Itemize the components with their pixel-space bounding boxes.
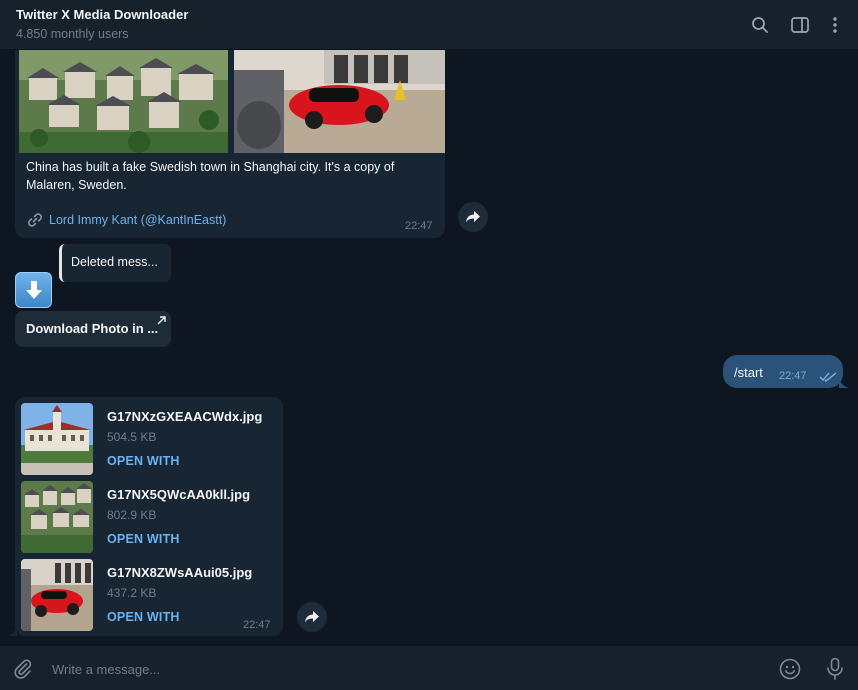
link-icon <box>26 211 44 229</box>
bubble-tail-in <box>7 625 17 636</box>
down-arrow-icon <box>25 281 42 299</box>
outgoing-text: /start <box>734 365 763 380</box>
file-size: 504.5 KB <box>107 430 157 444</box>
deleted-message-reply[interactable]: Deleted mess... <box>59 244 171 282</box>
file-size: 802.9 KB <box>107 508 157 522</box>
file-name: G17NXzGXEAACWdx.jpg <box>107 409 263 424</box>
open-with-button[interactable]: OPEN WITH <box>107 532 180 546</box>
open-with-button[interactable]: OPEN WITH <box>107 610 180 624</box>
chat-title[interactable]: Twitter X Media Downloader <box>16 7 188 22</box>
message-composer <box>0 646 858 690</box>
file-name: G17NX8ZWsAAui05.jpg <box>107 565 253 580</box>
microphone-icon[interactable] <box>824 657 846 681</box>
download-photo-label: Download Photo in ... <box>26 321 159 336</box>
search-icon[interactable] <box>749 14 771 36</box>
file-thumbnail[interactable] <box>21 481 93 553</box>
album-photo-car[interactable] <box>234 50 445 153</box>
album-photo-town[interactable] <box>19 50 228 153</box>
deleted-message-text: Deleted mess... <box>71 255 158 269</box>
outgoing-message: /start 22:47 <box>723 355 843 388</box>
file-item[interactable]: G17NX8ZWsAAui05.jpg 437.2 KB OPEN WITH <box>21 559 271 631</box>
album-time: 22:47 <box>405 220 433 232</box>
file-size: 437.2 KB <box>107 586 157 600</box>
down-arrow-emoji <box>15 272 52 308</box>
file-item[interactable]: G17NXzGXEAACWdx.jpg 504.5 KB OPEN WITH <box>21 403 271 475</box>
album-photos <box>15 50 445 153</box>
file-name: G17NX5QWcAA0kll.jpg <box>107 487 251 502</box>
source-link[interactable]: Lord Immy Kant (@KantInEastt) <box>49 213 226 227</box>
emoji-icon[interactable] <box>779 658 801 680</box>
album-caption: China has built a fake Swedish town in S… <box>26 160 395 192</box>
bubble-tail-out <box>839 377 849 388</box>
forward-icon <box>305 611 319 623</box>
external-link-icon <box>157 316 166 325</box>
double-check-icon <box>819 372 837 382</box>
message-list[interactable]: China has built a fake Swedish town in S… <box>0 50 858 646</box>
download-photo-button[interactable]: Download Photo in ... <box>15 311 171 347</box>
share-button[interactable] <box>297 602 327 632</box>
file-thumbnail[interactable] <box>21 559 93 631</box>
share-button[interactable] <box>458 202 488 232</box>
file-thumbnail[interactable] <box>21 403 93 475</box>
files-time: 22:47 <box>243 619 271 631</box>
paperclip-icon[interactable] <box>12 658 34 680</box>
message-input[interactable] <box>50 656 734 682</box>
chat-header: Twitter X Media Downloader 4.850 monthly… <box>0 0 858 50</box>
outgoing-time: 22:47 <box>779 370 807 382</box>
chat-subtitle: 4.850 monthly users <box>16 27 129 41</box>
sidebar-toggle-icon[interactable] <box>789 14 811 36</box>
forward-icon <box>466 211 480 223</box>
file-item[interactable]: G17NX5QWcAA0kll.jpg 802.9 KB OPEN WITH <box>21 481 271 553</box>
open-with-button[interactable]: OPEN WITH <box>107 454 180 468</box>
more-vertical-icon[interactable] <box>824 14 846 36</box>
